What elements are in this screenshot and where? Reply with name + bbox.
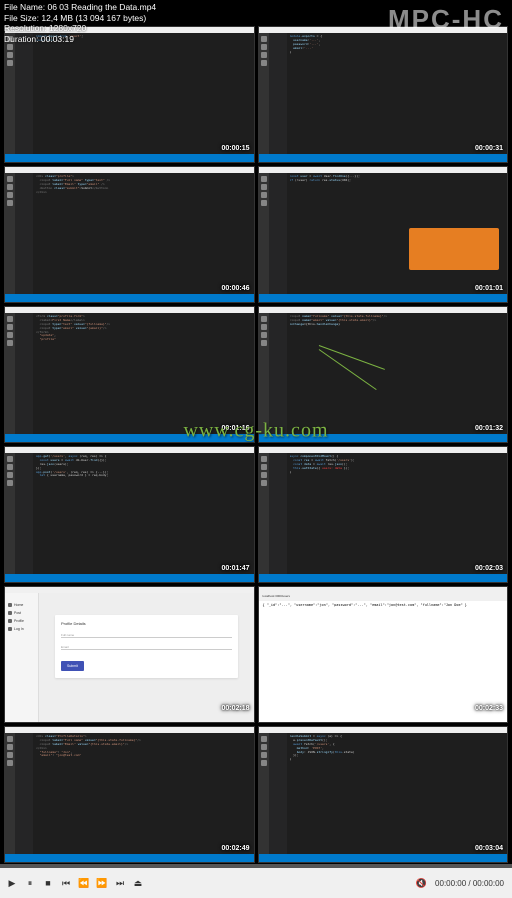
code-editor: module.exports = { username:'...', passw…: [287, 33, 508, 154]
callout-box: [409, 228, 499, 270]
rewind-button[interactable]: ⏪: [76, 875, 92, 891]
editor-sidebar: [259, 453, 287, 574]
card-title: Profile Details: [61, 621, 232, 626]
timestamp: 00:01:47: [221, 565, 249, 572]
editor-sidebar: [5, 733, 33, 854]
address-bar[interactable]: localhost:3000/users: [259, 593, 508, 601]
code-editor: <form class="profile-form"> <label>First…: [33, 313, 254, 434]
editor-sidebar: [5, 33, 33, 154]
thumbnail[interactable]: <div class="ProfileDetails"> <input labe…: [4, 726, 255, 863]
code-editor: import React from 'react'; const data = …: [33, 33, 254, 154]
timestamp: 00:02:49: [221, 845, 249, 852]
login-icon: [8, 627, 12, 631]
thumbnail[interactable]: async componentDidMount() { const res = …: [258, 446, 509, 583]
timestamp: 00:02:33: [475, 705, 503, 712]
thumbnail[interactable]: handleSubmit = async (e) => { e.preventD…: [258, 726, 509, 863]
editor-sidebar: [5, 313, 33, 434]
editor-sidebar: [259, 173, 287, 294]
thumbnail[interactable]: import React from 'react'; const data = …: [4, 26, 255, 163]
editor-statusbar: [5, 154, 254, 162]
watermark: www.cg-ku.com: [183, 420, 328, 443]
submit-button[interactable]: Submit: [61, 661, 84, 671]
editor-statusbar: [5, 294, 254, 302]
timestamp: 00:02:03: [475, 565, 503, 572]
code-editor: <div class="ProfileDetails"> <input labe…: [33, 733, 254, 854]
editor-sidebar: [259, 313, 287, 434]
code-editor: async componentDidMount() { const res = …: [287, 453, 508, 574]
editor-sidebar: [5, 173, 33, 294]
fullname-input[interactable]: Full name: [61, 630, 232, 638]
play-button[interactable]: ▶: [4, 875, 20, 891]
next-button[interactable]: ⏭: [112, 875, 128, 891]
mute-button[interactable]: 🔇: [413, 875, 429, 891]
code-editor: app.get('/users', async (req, res) => { …: [33, 453, 254, 574]
response-body: { "_id":"...", "username":"jon", "passwo…: [259, 601, 508, 722]
nav-item[interactable]: Post: [5, 609, 38, 617]
timestamp: 00:00:31: [475, 145, 503, 152]
file-metadata: File Name: 06 03 Reading the Data.mp4 Fi…: [4, 2, 156, 45]
editor-statusbar: [259, 294, 508, 302]
timestamp: 00:00:46: [221, 285, 249, 292]
code-editor: handleSubmit = async (e) => { e.preventD…: [287, 733, 508, 854]
player-logo: MPC-HC: [388, 4, 504, 35]
fwd-button[interactable]: ⏩: [94, 875, 110, 891]
editor-statusbar: [259, 574, 508, 582]
profile-card: Profile Details Full name Email Submit: [55, 615, 238, 678]
nav-sidebar: Home Post Profile Log In: [5, 593, 39, 722]
profile-icon: [8, 619, 12, 623]
main-content: Profile Details Full name Email Submit: [39, 593, 254, 722]
nav-item[interactable]: Profile: [5, 617, 38, 625]
email-input[interactable]: Email: [61, 642, 232, 650]
code-editor: <div class="profile"> <input label="Full…: [33, 173, 254, 294]
thumbnail[interactable]: Home Post Profile Log In Profile Details…: [4, 586, 255, 723]
timestamp: 00:03:04: [475, 845, 503, 852]
editor-statusbar: [5, 574, 254, 582]
home-icon: [8, 603, 12, 607]
player-controls: ▶ ⏸ ■ ⏮ ⏪ ⏩ ⏭ ⏏ 🔇 00:00:00 / 00:00:00: [0, 868, 512, 898]
nav-item[interactable]: Log In: [5, 625, 38, 633]
thumbnail-grid: import React from 'react'; const data = …: [4, 26, 508, 863]
thumbnail[interactable]: app.get('/users', async (req, res) => { …: [4, 446, 255, 583]
thumbnail[interactable]: module.exports = { username:'...', passw…: [258, 26, 509, 163]
timestamp: 00:01:32: [475, 425, 503, 432]
timestamp: 00:00:15: [221, 145, 249, 152]
thumbnail[interactable]: const user = await User.findOne({...}); …: [258, 166, 509, 303]
editor-statusbar: [5, 854, 254, 862]
editor-sidebar: [259, 733, 287, 854]
editor-statusbar: [259, 854, 508, 862]
prev-button[interactable]: ⏮: [58, 875, 74, 891]
thumbnail[interactable]: <div class="profile"> <input label="Full…: [4, 166, 255, 303]
time-display: 00:00:00 / 00:00:00: [435, 879, 504, 888]
timestamp: 00:02:18: [221, 705, 249, 712]
code-editor: <input name="fullname" value="{this.stat…: [287, 313, 508, 434]
step-button[interactable]: ⏏: [130, 875, 146, 891]
editor-statusbar: [259, 154, 508, 162]
pause-button[interactable]: ⏸: [22, 875, 38, 891]
timestamp: 00:01:01: [475, 285, 503, 292]
post-icon: [8, 611, 12, 615]
nav-item[interactable]: Home: [5, 601, 38, 609]
thumbnail[interactable]: localhost:3000/users { "_id":"...", "use…: [258, 586, 509, 723]
editor-sidebar: [5, 453, 33, 574]
editor-sidebar: [259, 33, 287, 154]
stop-button[interactable]: ■: [40, 875, 56, 891]
